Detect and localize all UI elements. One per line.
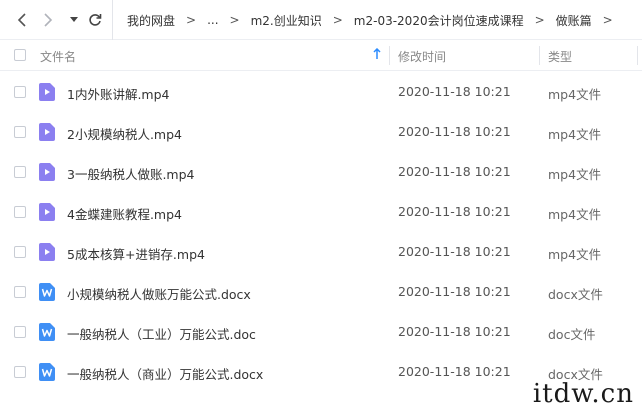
column-divider[interactable] <box>637 46 638 65</box>
breadcrumb-item-my-drive[interactable]: 我的网盘 <box>127 12 175 29</box>
file-modified-time: 2020-11-18 10:21 <box>398 84 511 99</box>
caret-down-icon <box>70 17 78 22</box>
breadcrumb-item-m2-03[interactable]: m2-03-2020会计岗位速成课程 <box>354 12 524 29</box>
file-type: docx文件 <box>548 287 603 302</box>
row-checkbox[interactable] <box>14 246 26 258</box>
file-name[interactable]: 2小规模纳税人.mp4 <box>67 124 182 143</box>
breadcrumb-item-ellipsis[interactable]: ... <box>207 13 218 27</box>
file-modified-time: 2020-11-18 10:21 <box>398 364 511 379</box>
breadcrumb-separator: > <box>332 13 343 27</box>
breadcrumb-separator: > <box>602 13 613 27</box>
word-file-icon <box>39 363 55 381</box>
row-checkbox[interactable] <box>14 166 26 178</box>
file-type: mp4文件 <box>548 207 602 222</box>
row-checkbox[interactable] <box>14 366 26 378</box>
file-row[interactable]: 2小规模纳税人.mp4 2020-11-18 10:21 mp4文件 <box>0 112 642 152</box>
file-modified-time: 2020-11-18 10:21 <box>398 284 511 299</box>
file-type: mp4文件 <box>548 167 602 182</box>
file-list-header: 文件名 修改时间 类型 <box>0 40 642 71</box>
video-file-icon <box>39 163 55 181</box>
word-file-icon <box>39 283 55 301</box>
breadcrumb-separator: > <box>229 13 240 27</box>
forward-button[interactable] <box>38 9 58 31</box>
file-modified-time: 2020-11-18 10:21 <box>398 244 511 259</box>
breadcrumb-separator: > <box>534 13 545 27</box>
row-checkbox[interactable] <box>14 326 26 338</box>
column-divider[interactable] <box>539 46 540 65</box>
chevron-right-icon <box>44 13 53 27</box>
watermark: itdw.cn <box>532 379 634 409</box>
file-type: mp4文件 <box>548 127 602 142</box>
file-type: mp4文件 <box>548 247 602 262</box>
file-row[interactable]: 一般纳税人（工业）万能公式.doc 2020-11-18 10:21 doc文件 <box>0 312 642 352</box>
column-divider[interactable] <box>389 46 390 65</box>
row-checkbox[interactable] <box>14 286 26 298</box>
select-all-checkbox[interactable] <box>14 49 26 61</box>
file-name[interactable]: 3一般纳税人做账.mp4 <box>67 164 195 183</box>
breadcrumb-item-current[interactable]: 做账篇 <box>556 12 592 29</box>
file-row[interactable]: 5成本核算+进销存.mp4 2020-11-18 10:21 mp4文件 <box>0 232 642 272</box>
file-name[interactable]: 1内外账讲解.mp4 <box>67 84 170 103</box>
file-modified-time: 2020-11-18 10:21 <box>398 204 511 219</box>
column-header-type[interactable]: 类型 <box>548 48 572 65</box>
column-header-name[interactable]: 文件名 <box>40 48 76 65</box>
file-name[interactable]: 4金蝶建账教程.mp4 <box>67 204 182 223</box>
file-modified-time: 2020-11-18 10:21 <box>398 124 511 139</box>
refresh-icon <box>89 14 102 26</box>
breadcrumb-separator: > <box>186 13 197 27</box>
arrow-up-icon[interactable] <box>373 47 381 63</box>
file-modified-time: 2020-11-18 10:21 <box>398 164 511 179</box>
row-checkbox[interactable] <box>14 86 26 98</box>
video-file-icon <box>39 83 55 101</box>
file-row[interactable]: 3一般纳税人做账.mp4 2020-11-18 10:21 mp4文件 <box>0 152 642 192</box>
chevron-left-icon <box>17 13 26 27</box>
video-file-icon <box>39 243 55 261</box>
breadcrumb: 我的网盘 > ... > m2.创业知识 > m2-03-2020会计岗位速成课… <box>112 0 624 40</box>
back-button[interactable] <box>12 9 32 31</box>
column-header-modified[interactable]: 修改时间 <box>398 48 446 65</box>
file-type: doc文件 <box>548 327 596 342</box>
word-file-icon <box>39 323 55 341</box>
file-type: mp4文件 <box>548 87 602 102</box>
file-name[interactable]: 5成本核算+进销存.mp4 <box>67 244 205 263</box>
file-name[interactable]: 一般纳税人（工业）万能公式.doc <box>67 324 256 343</box>
video-file-icon <box>39 203 55 221</box>
refresh-button[interactable] <box>85 9 105 31</box>
video-file-icon <box>39 123 55 141</box>
file-row[interactable]: 1内外账讲解.mp4 2020-11-18 10:21 mp4文件 <box>0 72 642 112</box>
file-modified-time: 2020-11-18 10:21 <box>398 324 511 339</box>
file-name[interactable]: 小规模纳税人做账万能公式.docx <box>67 284 251 303</box>
row-checkbox[interactable] <box>14 126 26 138</box>
row-checkbox[interactable] <box>14 206 26 218</box>
history-dropdown-button[interactable] <box>64 9 84 31</box>
breadcrumb-item-m2[interactable]: m2.创业知识 <box>251 12 322 29</box>
file-name[interactable]: 一般纳税人（商业）万能公式.docx <box>67 364 263 383</box>
file-row[interactable]: 小规模纳税人做账万能公式.docx 2020-11-18 10:21 docx文件 <box>0 272 642 312</box>
file-row[interactable]: 4金蝶建账教程.mp4 2020-11-18 10:21 mp4文件 <box>0 192 642 232</box>
toolbar: 我的网盘 > ... > m2.创业知识 > m2-03-2020会计岗位速成课… <box>0 0 642 40</box>
